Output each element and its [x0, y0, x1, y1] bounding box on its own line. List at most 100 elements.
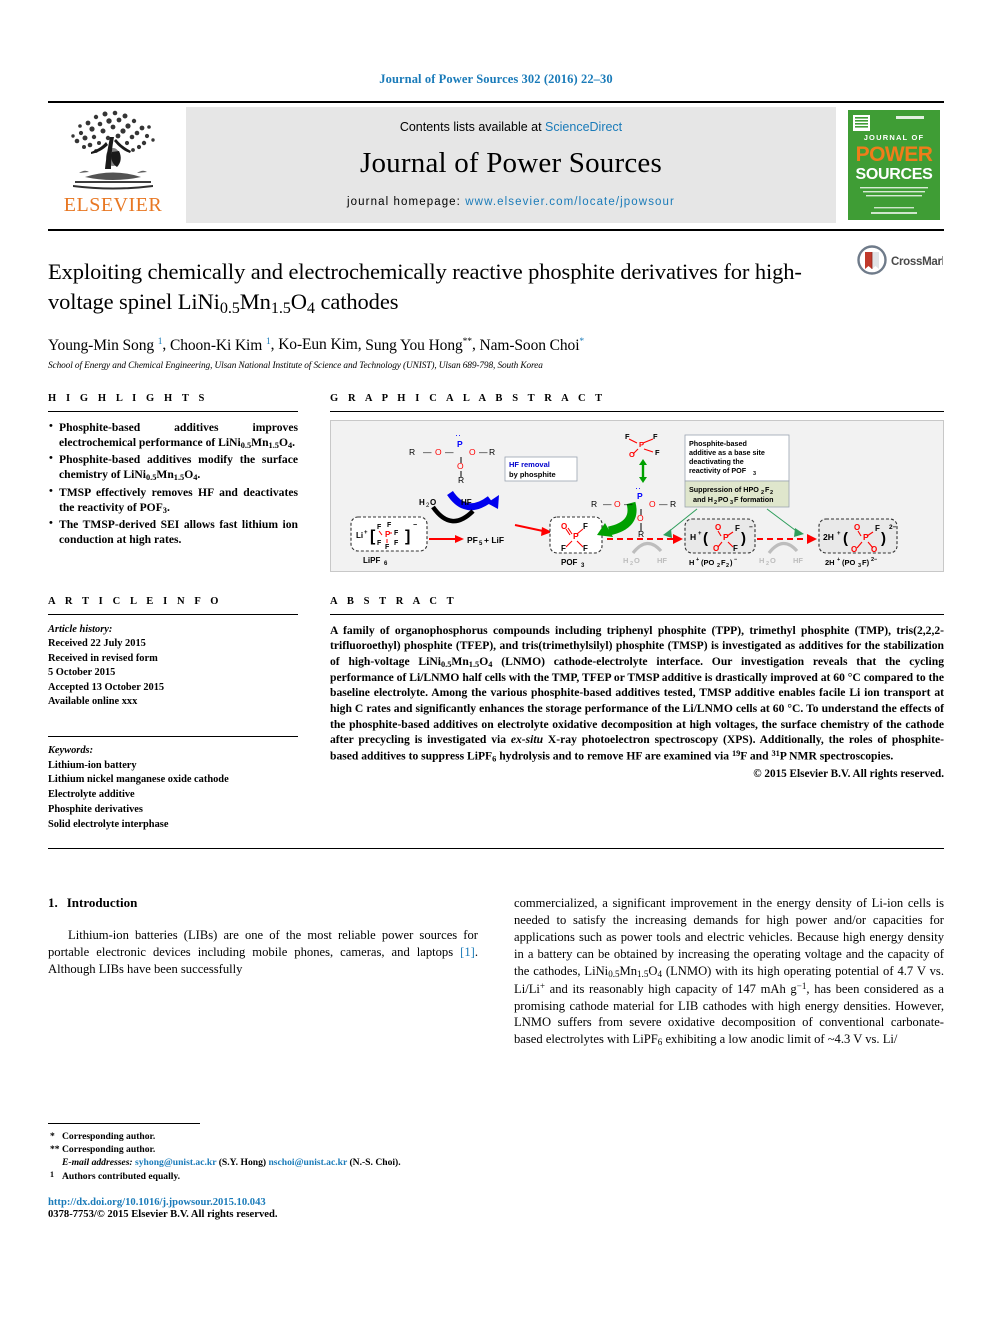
svg-text:3: 3 — [730, 500, 733, 506]
footnote-text: Corresponding author. — [62, 1144, 156, 1156]
svg-text:PF: PF — [467, 535, 478, 545]
highlights-rule — [48, 410, 298, 412]
svg-text:and H: and H — [693, 495, 713, 504]
abstract-text: A family of organophosphorus compounds i… — [330, 623, 945, 764]
journal-homepage-line: journal homepage: www.elsevier.com/locat… — [347, 196, 675, 208]
svg-text:F formation: F formation — [734, 495, 774, 504]
svg-text:+: + — [364, 530, 368, 536]
email-owner-choi: (N.-S. Choi). — [349, 1157, 401, 1169]
homepage-prefix: journal homepage: — [347, 196, 466, 208]
issn-copyright-line: 0378-7753/© 2015 Elsevier B.V. All right… — [48, 1208, 278, 1220]
svg-text:F: F — [394, 530, 399, 537]
svg-text:P: P — [863, 532, 869, 542]
svg-text:F: F — [377, 524, 382, 531]
keyword-item: Phosphite derivatives — [48, 803, 143, 815]
svg-text:O: O — [634, 556, 640, 565]
journal-masthead: ELSEVIER Contents lists available at Sci… — [48, 103, 944, 229]
svg-text:··: ·· — [635, 483, 641, 493]
svg-text:O: O — [715, 523, 721, 532]
journal-title: Journal of Power Sources — [360, 147, 662, 179]
svg-text:HF: HF — [657, 556, 667, 565]
svg-text:H: H — [419, 498, 425, 507]
svg-text:+: + — [696, 557, 699, 563]
svg-text:reactivity of POF: reactivity of POF — [689, 466, 747, 475]
svg-text:P: P — [723, 532, 729, 542]
graphical-abstract-column: G R A P H I C A L A B S T R A C T R — O —… — [330, 393, 944, 572]
svg-text:H: H — [759, 556, 764, 565]
masthead-center: Contents lists available at ScienceDirec… — [186, 107, 836, 223]
article-history-item: Received in revised form — [48, 652, 158, 664]
svg-text:2−: 2− — [889, 524, 897, 531]
svg-text:3: 3 — [753, 471, 756, 477]
svg-text:O: O — [469, 447, 476, 457]
article-history-item: Accepted 13 October 2015 — [48, 681, 165, 693]
svg-text:—: — — [423, 447, 432, 457]
svg-text:2: 2 — [726, 563, 729, 569]
svg-text:O: O — [430, 498, 436, 507]
svg-text:2: 2 — [630, 561, 633, 567]
svg-text:−: − — [734, 557, 737, 563]
svg-text:): ) — [881, 530, 886, 547]
abstract-copyright: © 2015 Elsevier B.V. All rights reserved… — [753, 767, 944, 780]
section-number: 1. — [48, 895, 58, 911]
svg-text:LiPF: LiPF — [363, 556, 380, 565]
crossmark-badge[interactable]: CrossMark — [856, 245, 949, 280]
elsevier-logo: ELSEVIER — [48, 103, 178, 229]
highlights-column: H I G H L I G H T S Phosphite-based addi… — [48, 393, 298, 572]
footnote-marker: 1 — [50, 1169, 54, 1179]
keyword-item: Lithium nickel manganese oxide cathode — [48, 774, 229, 786]
svg-text:O: O — [614, 499, 621, 509]
svg-text:JOURNAL OF: JOURNAL OF — [864, 133, 925, 142]
svg-text:POWER: POWER — [856, 143, 933, 166]
svg-text:F): F) — [862, 558, 870, 567]
svg-text:−: − — [749, 524, 753, 531]
svg-text:R: R — [489, 447, 495, 457]
svg-text:H: H — [623, 556, 628, 565]
body-paragraph: commercialized, a significant improvemen… — [514, 896, 944, 1048]
author-list: Young-Min Song 1, Choon-Ki Kim 1, Ko-Eun… — [48, 336, 585, 354]
svg-text:): ) — [741, 530, 746, 547]
doi-link[interactable]: http://dx.doi.org/10.1016/j.jpowsour.201… — [48, 1197, 478, 1208]
reaction-scheme-diagram: R — O — P ·· O — R O R HF removal by pho… — [337, 420, 937, 571]
svg-text:2H: 2H — [823, 532, 834, 542]
article-history-item: Available online xxx — [48, 696, 138, 708]
svg-text:+ LiF: + LiF — [484, 535, 504, 545]
svg-text:O: O — [854, 523, 860, 532]
doi-block: http://dx.doi.org/10.1016/j.jpowsour.201… — [48, 1197, 478, 1220]
highlights-list: Phosphite-based additives improves elect… — [48, 419, 298, 548]
citation-link[interactable]: [1] — [460, 945, 475, 959]
email-link-choi[interactable]: nschoi@unist.ac.kr — [268, 1157, 347, 1168]
journal-cover-image: JOURNAL OF POWER SOURCES — [844, 107, 944, 223]
svg-text:additive as a base site: additive as a base site — [689, 448, 765, 457]
svg-text:+: + — [837, 531, 841, 537]
abstract-column: A B S T R A C T A family of organophosph… — [330, 596, 944, 833]
svg-text:2H: 2H — [825, 558, 835, 567]
body-columns: 1. Introduction Lithium-ion batteries (LI… — [48, 895, 944, 1048]
body-column-left: 1. Introduction Lithium-ion batteries (LI… — [48, 895, 478, 1048]
svg-text:F: F — [875, 524, 880, 533]
article-info-column: A R T I C L E I N F O Article history: R… — [48, 596, 298, 833]
svg-text:2: 2 — [714, 500, 717, 506]
footnotes-block: * Corresponding author. ** Corresponding a… — [48, 1123, 478, 1220]
article-info-and-abstract: A R T I C L E I N F O Article history: R… — [48, 596, 944, 833]
svg-text:2−: 2− — [871, 557, 877, 563]
homepage-url[interactable]: www.elsevier.com/locate/jpowsour — [465, 196, 675, 208]
sciencedirect-link[interactable]: ScienceDirect — [545, 120, 622, 134]
svg-text:(PO: (PO — [842, 558, 856, 567]
svg-text:O: O — [649, 499, 656, 509]
svg-text:POF: POF — [561, 558, 578, 567]
author-item: Choon-Ki Kim 1 — [169, 336, 271, 354]
keyword-item: Lithium-ion battery — [48, 759, 137, 771]
svg-text:SOURCES: SOURCES — [855, 166, 933, 183]
section-heading-introduction: 1. Introduction — [48, 895, 478, 911]
svg-text:F: F — [394, 540, 399, 547]
section-title: Introduction — [66, 895, 138, 911]
article-page: Journal of Power Sources 302 (2016) 22–3… — [0, 0, 992, 1323]
highlights-and-graphical-abstract: H I G H L I G H T S Phosphite-based addi… — [48, 393, 944, 572]
svg-text:2: 2 — [717, 563, 720, 569]
email-link-hong[interactable]: syhong@unist.ac.kr — [135, 1157, 216, 1168]
author-affiliation: School of Energy and Chemical Engineerin… — [48, 360, 543, 371]
elsevier-tree-icon — [71, 110, 155, 190]
svg-text:(: ( — [703, 530, 708, 547]
svg-text:H: H — [689, 558, 694, 567]
